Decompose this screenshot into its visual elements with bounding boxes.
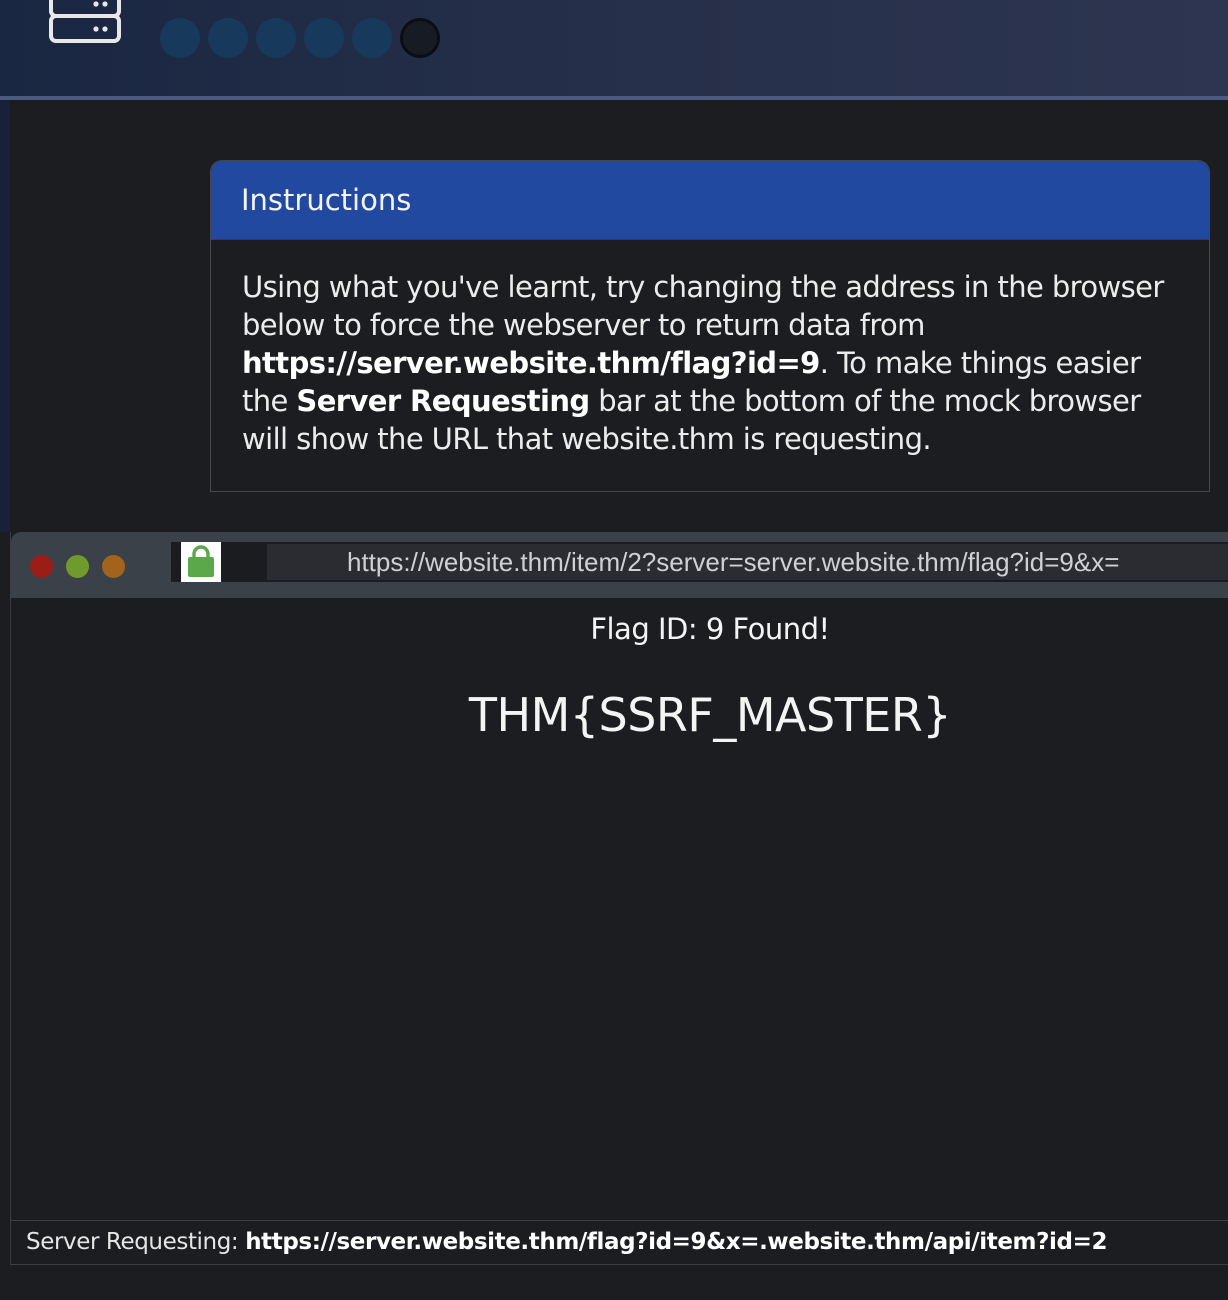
url-input[interactable] <box>267 544 1228 580</box>
window-close-button[interactable] <box>30 555 53 578</box>
progress-dot-complete <box>304 18 344 58</box>
instructions-text-part: Using what you've learnt, try changing t… <box>242 270 1164 342</box>
server-requesting-label: Server Requesting: <box>26 1229 246 1255</box>
progress-indicator <box>160 18 440 58</box>
progress-dot-complete <box>256 18 296 58</box>
progress-dot-current <box>400 18 440 58</box>
mock-browser: Flag ID: 9 Found! THM{SSRF_MASTER} Serve… <box>10 532 1228 1265</box>
left-page-edge <box>0 100 10 532</box>
task-header <box>0 0 1228 100</box>
flag-found-message: Flag ID: 9 Found! <box>590 612 830 646</box>
browser-toolbar <box>11 532 1228 598</box>
flag-value: THM{SSRF_MASTER} <box>468 688 952 742</box>
progress-dot-complete <box>160 18 200 58</box>
address-bar <box>171 542 1228 582</box>
window-maximize-button[interactable] <box>102 555 125 578</box>
instructions-bar-name: Server Requesting <box>296 384 590 418</box>
instructions-target-url: https://server.website.thm/flag?id=9 <box>242 346 820 380</box>
instructions-title: Instructions <box>211 161 1209 240</box>
progress-dot-complete <box>208 18 248 58</box>
server-requesting-bar: Server Requesting: https://server.websit… <box>11 1220 1228 1262</box>
server-icon <box>49 0 121 43</box>
window-minimize-button[interactable] <box>66 555 89 578</box>
server-requesting-url: https://server.website.thm/flag?id=9&x=.… <box>245 1229 1108 1255</box>
progress-dot-complete <box>352 18 392 58</box>
instructions-text: Using what you've learnt, try changing t… <box>211 240 1209 458</box>
lock-icon <box>181 542 221 582</box>
instructions-card: Instructions Using what you've learnt, t… <box>210 160 1210 492</box>
